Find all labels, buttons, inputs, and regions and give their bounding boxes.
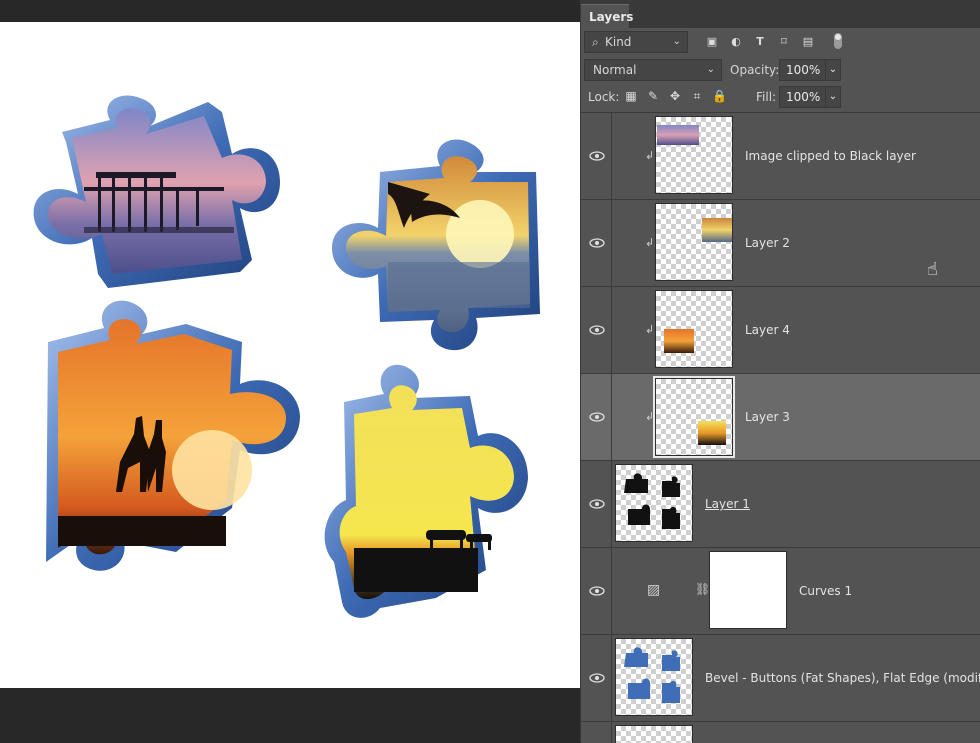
clipping-mask-icon: ↲: [645, 410, 655, 423]
layer-row[interactable]: ↲ Layer 4: [581, 287, 980, 374]
lock-fill-row: Lock: ▦ ✎ ✥ ⌗ 🔒 Fill: 100% ⌄: [584, 86, 978, 108]
blue-puzzle-thumbnail: [624, 647, 680, 703]
tab-layers[interactable]: Layers: [581, 4, 633, 28]
puzzle-piece-3: [46, 300, 300, 571]
visibility-eye-icon[interactable]: [588, 548, 606, 634]
visibility-eye-icon[interactable]: [588, 635, 606, 721]
adjustment-filter-icon[interactable]: ◐: [728, 34, 744, 50]
layer-name[interactable]: Layer 2: [745, 236, 790, 250]
puzzle-piece-1: [33, 95, 280, 288]
filter-kind-select[interactable]: ⌕ Kind ⌄: [584, 31, 688, 53]
visibility-eye-icon[interactable]: [588, 287, 606, 373]
layer-thumbnail[interactable]: [655, 203, 733, 281]
layer-row[interactable]: ↲ Image clipped to Black layer: [581, 113, 980, 200]
opacity-input[interactable]: 100% ⌄: [779, 59, 841, 81]
layers-list: ↲ Image clipped to Black layer ↲ Layer 2…: [581, 112, 980, 743]
fill-input[interactable]: 100% ⌄: [779, 86, 841, 108]
search-icon: ⌕: [592, 35, 599, 49]
layer-row[interactable]: ▨ ⛓ Curves 1: [581, 548, 980, 635]
puzzle-piece-4: [324, 364, 528, 618]
chevron-down-icon: ⌄: [706, 64, 715, 75]
layer-name[interactable]: Image clipped to Black layer: [745, 149, 916, 163]
filter-toggle[interactable]: [834, 33, 842, 49]
layer-filter-row: ⌕ Kind ⌄ ▣ ◐ T ⌑ ▤: [584, 31, 978, 53]
mask-link-icon[interactable]: ⛓: [695, 582, 710, 596]
document-canvas-area: [0, 0, 580, 742]
curves-adjustment-icon: ▨: [647, 582, 661, 598]
shape-filter-icon[interactable]: ⌑: [776, 34, 792, 50]
opacity-value: 100%: [786, 63, 821, 77]
clipping-mask-icon: ↲: [645, 149, 655, 162]
lock-label: Lock:: [588, 90, 620, 104]
chevron-down-icon[interactable]: ⌄: [825, 60, 840, 80]
layer-row-selected[interactable]: ↲ Layer 3: [581, 374, 980, 461]
visibility-eye-icon[interactable]: [588, 461, 606, 547]
opacity-label: Opacity:: [730, 63, 780, 77]
puzzle-shapes-thumbnail: [624, 473, 680, 529]
layer-row[interactable]: ↲ Layer 2: [581, 200, 980, 287]
blend-mode-select[interactable]: Normal ⌄: [584, 59, 722, 81]
layer-mask-thumbnail[interactable]: [709, 551, 787, 629]
image-filter-icon[interactable]: ▣: [704, 34, 720, 50]
lock-all-icon[interactable]: 🔒: [712, 89, 727, 103]
document-canvas[interactable]: [0, 22, 580, 688]
clipping-mask-icon: ↲: [645, 323, 655, 336]
visibility-eye-icon[interactable]: [588, 113, 606, 199]
layer-row[interactable]: Bevel - Buttons (Fat Shapes), Flat Edge …: [581, 635, 980, 722]
panel-tab-bar: Layers: [581, 0, 980, 28]
layer-name[interactable]: Bevel - Buttons (Fat Shapes), Flat Edge …: [705, 671, 980, 685]
blend-mode-value: Normal: [593, 63, 637, 77]
filter-kind-label: Kind: [605, 35, 632, 49]
type-filter-icon[interactable]: T: [752, 34, 768, 50]
chevron-down-icon: ⌄: [672, 36, 681, 47]
puzzle-artwork: [33, 95, 540, 618]
layer-thumbnail[interactable]: [655, 116, 733, 194]
clipping-mask-icon: ↲: [645, 236, 655, 249]
layer-row[interactable]: Layer 1: [581, 461, 980, 548]
layer-name[interactable]: Layer 1: [705, 497, 750, 511]
visibility-eye-icon[interactable]: [588, 200, 606, 286]
fill-value: 100%: [786, 90, 821, 104]
layer-thumbnail[interactable]: [655, 290, 733, 368]
lock-transparent-pixels-icon[interactable]: ▦: [624, 89, 638, 103]
blend-opacity-row: Normal ⌄ Opacity: 100% ⌄: [584, 59, 978, 81]
layers-panel: Layers ⌕ Kind ⌄ ▣ ◐ T ⌑ ▤ Normal ⌄ Opaci…: [580, 0, 980, 743]
visibility-eye-icon[interactable]: [588, 722, 606, 743]
layer-thumbnail[interactable]: [615, 464, 693, 542]
layer-name[interactable]: Curves 1: [799, 584, 852, 598]
chevron-down-icon[interactable]: ⌄: [825, 87, 840, 107]
layer-name[interactable]: Layer 3: [745, 410, 790, 424]
lock-position-icon[interactable]: ✥: [668, 89, 682, 103]
puzzle-piece-2: [332, 139, 540, 351]
layer-row-partial[interactable]: [581, 722, 980, 743]
smart-object-filter-icon[interactable]: ▤: [800, 34, 816, 50]
lock-image-pixels-icon[interactable]: ✎: [646, 89, 660, 103]
layer-thumbnail[interactable]: [615, 725, 693, 743]
layer-thumbnail[interactable]: [653, 376, 735, 458]
fill-label: Fill:: [756, 90, 777, 104]
visibility-eye-icon[interactable]: [588, 374, 606, 460]
lock-artboard-icon[interactable]: ⌗: [690, 89, 704, 103]
hand-cursor-icon: ☝: [927, 259, 938, 280]
layer-name[interactable]: Layer 4: [745, 323, 790, 337]
layer-thumbnail[interactable]: [615, 638, 693, 716]
